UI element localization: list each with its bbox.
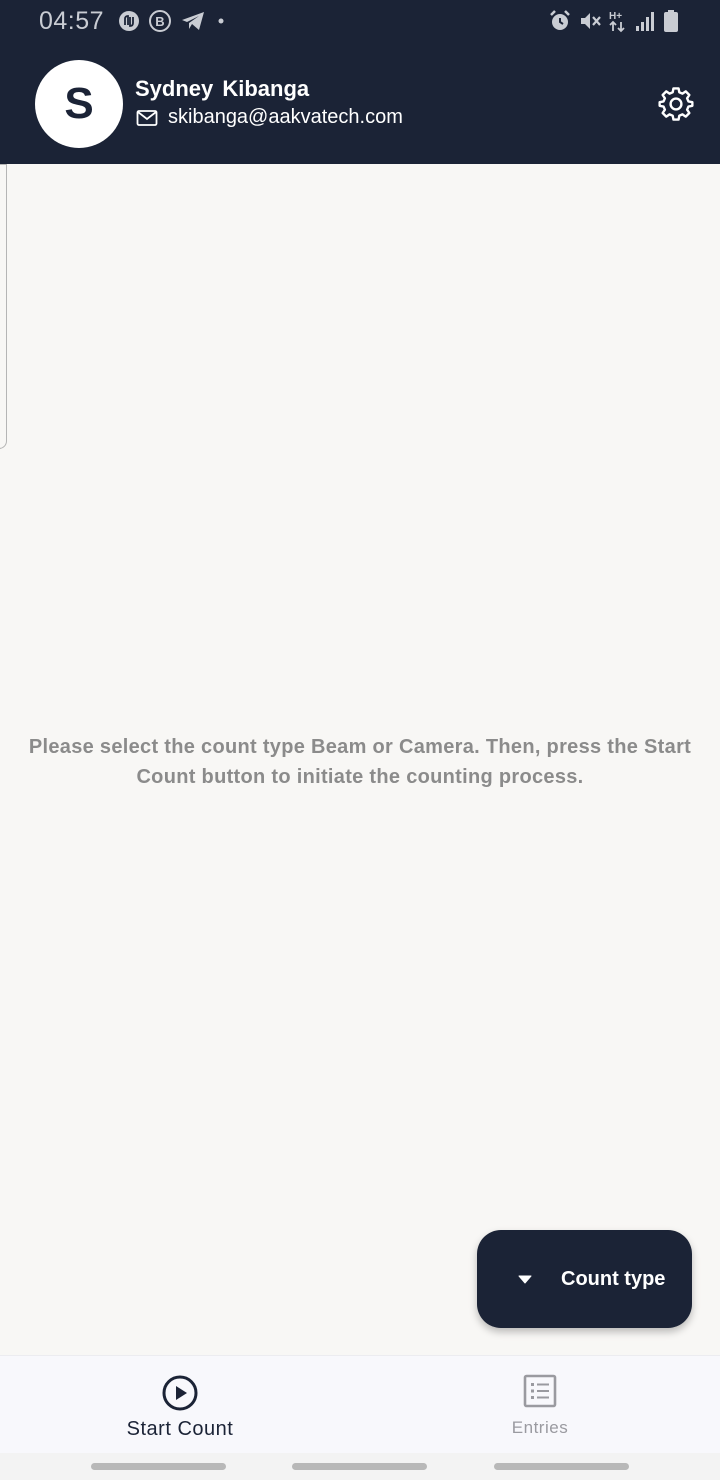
- alarm-icon: [550, 10, 570, 30]
- settings-button[interactable]: [656, 84, 696, 124]
- system-back-button[interactable]: [494, 1463, 629, 1470]
- system-recents-button[interactable]: [91, 1463, 226, 1470]
- status-left-icons: B: [118, 9, 228, 33]
- user-email: skibanga@aakvatech.com: [168, 106, 403, 128]
- nfc-app-icon: [119, 11, 140, 31]
- play-circle-icon: [162, 1375, 198, 1411]
- count-type-label: Count type: [561, 1267, 666, 1290]
- bottom-navigation: Start Count Entries: [0, 1355, 720, 1453]
- gear-icon: [658, 87, 694, 121]
- user-email-row: skibanga@aakvatech.com: [136, 106, 403, 129]
- signal-icon: [636, 12, 654, 31]
- status-time: 04:57: [39, 6, 105, 35]
- nav-label-entries: Entries: [511, 1418, 569, 1437]
- dot-icon: [218, 18, 224, 24]
- mute-icon: [581, 13, 601, 29]
- status-right-icons: H+: [548, 9, 680, 33]
- avatar[interactable]: S: [35, 60, 123, 148]
- mail-icon: [136, 109, 158, 126]
- user-name: Sydney Kibanga: [135, 76, 310, 101]
- nav-item-start-count[interactable]: Start Count: [0, 1356, 360, 1454]
- nav-label-start-count: Start Count: [126, 1418, 234, 1440]
- caret-down-icon: [518, 1275, 532, 1284]
- system-home-button[interactable]: [292, 1463, 427, 1470]
- app-header: S Sydney Kibanga skibanga@aakvatech.com: [0, 42, 720, 164]
- hplus-data-icon: H+: [609, 11, 625, 33]
- main-content: Please select the count type Beam or Cam…: [0, 164, 720, 1355]
- b-app-icon: B: [149, 10, 172, 32]
- battery-icon: [664, 10, 678, 32]
- svg-text:H+: H+: [609, 11, 622, 22]
- list-icon: [523, 1374, 557, 1408]
- status-bar: 04:57 B H+: [0, 0, 720, 42]
- side-drawer-handle[interactable]: [0, 164, 7, 449]
- system-nav-bar: [0, 1453, 720, 1480]
- telegram-icon: [182, 12, 205, 30]
- nav-item-entries[interactable]: Entries: [360, 1356, 720, 1454]
- instruction-text: Please select the count type Beam or Cam…: [28, 736, 692, 788]
- svg-text:B: B: [155, 14, 164, 29]
- count-type-button[interactable]: Count type: [477, 1230, 692, 1328]
